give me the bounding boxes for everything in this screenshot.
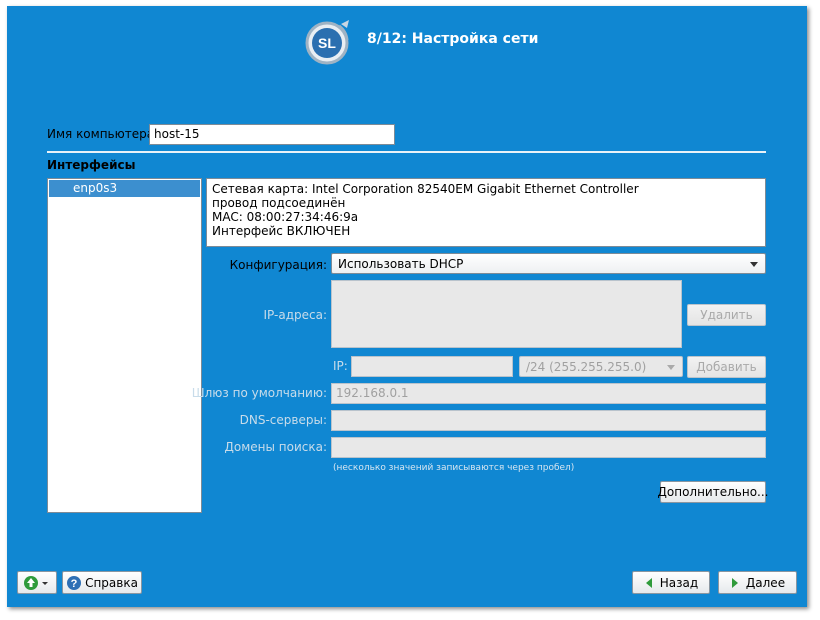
ip-input[interactable] (351, 356, 513, 377)
info-line-card: Сетевая карта: Intel Corporation 82540EM… (212, 182, 639, 196)
ip-label: IP: (333, 359, 348, 373)
gateway-label: Шлюз по умолчанию: (191, 386, 327, 400)
info-line-state: Интерфейс ВКЛЮЧЕН (212, 224, 351, 238)
list-item-enp0s3[interactable]: enp0s3 (49, 180, 200, 197)
interfaces-list[interactable]: enp0s3 (47, 178, 202, 513)
help-button[interactable]: ? Справка (62, 571, 142, 594)
ip-addresses-label: IP-адреса: (263, 308, 328, 322)
info-line-mac: MAC: 08:00:27:34:46:9a (212, 210, 359, 224)
hostname-input[interactable]: host-15 (149, 124, 395, 145)
back-label: Назад (659, 575, 699, 590)
search-domains-input[interactable] (331, 437, 766, 458)
svg-text:SL: SL (318, 35, 336, 51)
header: SL 8/12: Настройка сети (7, 6, 807, 78)
help-label: Справка (85, 575, 138, 590)
hostname-label: Имя компьютера: (47, 127, 159, 141)
ip-addresses-list (331, 280, 682, 348)
arrow-right-icon (731, 577, 738, 588)
next-label: Далее (745, 575, 786, 590)
up-menu-button[interactable] (17, 571, 57, 594)
interfaces-heading: Интерфейсы (47, 158, 136, 172)
delete-button[interactable]: Удалить (687, 304, 766, 326)
add-button[interactable]: Добавить (687, 356, 766, 378)
netmask-value: /24 (255.255.255.0) (526, 360, 647, 374)
back-button[interactable]: Назад (632, 571, 710, 594)
info-line-cable: провод подсоединён (212, 196, 346, 210)
separator (47, 151, 766, 153)
chevron-down-icon (667, 365, 675, 370)
arrow-up-icon (24, 575, 48, 590)
svg-text:?: ? (71, 578, 78, 590)
dns-input[interactable] (331, 410, 766, 431)
search-domains-label: Домены поиска: (224, 440, 327, 454)
chevron-down-icon (750, 262, 758, 267)
dns-label: DNS-серверы: (239, 413, 327, 427)
config-label: Конфигурация: (229, 258, 327, 272)
config-dropdown[interactable]: Использовать DHCP (331, 253, 766, 274)
gateway-input[interactable]: 192.168.0.1 (331, 383, 766, 404)
installer-window: SL 8/12: Настройка сети Имя компьютера: … (7, 6, 807, 607)
config-value: Использовать DHCP (338, 257, 464, 271)
netmask-dropdown[interactable]: /24 (255.255.255.0) (519, 356, 683, 377)
page-title: 8/12: Настройка сети (367, 31, 539, 47)
search-hint: (несколько значений записываются через п… (333, 463, 575, 473)
next-button[interactable]: Далее (718, 571, 797, 594)
help-icon: ? (67, 575, 82, 590)
sl-logo-icon: SL (305, 20, 349, 65)
advanced-button[interactable]: Дополнительно... (658, 481, 768, 503)
arrow-left-icon (645, 577, 652, 588)
interface-info: Сетевая карта: Intel Corporation 82540EM… (206, 178, 766, 247)
